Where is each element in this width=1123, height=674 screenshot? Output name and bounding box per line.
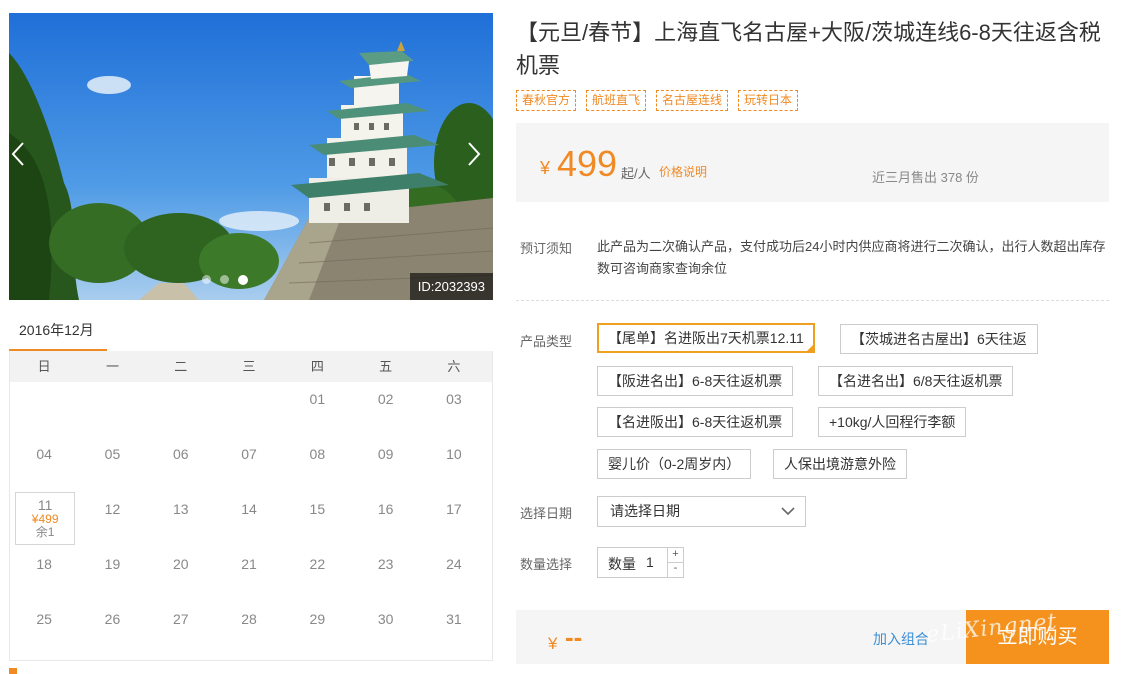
product-type-option[interactable]: 【阪进名出】6-8天往返机票 — [597, 366, 794, 396]
calendar-day: 04 — [36, 446, 52, 462]
booking-notice-text: 此产品为二次确认产品，支付成功后24小时内供应商将进行二次确认，出行人数超出库存… — [597, 239, 1106, 276]
chevron-left-icon — [11, 142, 24, 166]
product-type-option[interactable]: 婴儿价（0-2周岁内） — [597, 449, 752, 479]
calendar-day: 22 — [309, 556, 326, 572]
add-combo-link[interactable]: 加入组合 — [873, 629, 929, 649]
calendar-body: 日 一 二 三 四 五 六 01 02 03 04 05 06 07 08 09 10 11 ¥499… — [9, 351, 493, 661]
quantity-increment-button[interactable]: + — [667, 548, 683, 563]
weekday-label: 二 — [174, 359, 188, 374]
calendar-day: 09 — [377, 446, 394, 462]
date-select-label: 选择日期 — [520, 506, 573, 521]
gallery-next-button[interactable] — [467, 141, 491, 171]
calendar-day: 05 — [104, 446, 121, 462]
calendar-day: 17 — [446, 501, 462, 517]
calendar-day: 27 — [172, 611, 189, 627]
product-type-option-selected[interactable]: 【尾单】名进阪出7天机票12.11 — [597, 323, 815, 353]
price-currency: ¥ — [540, 158, 551, 178]
calendar-day: 23 — [377, 556, 394, 572]
calendar-day-number: 11 — [37, 497, 53, 513]
calendar-day: 25 — [36, 611, 52, 627]
castle-photo — [9, 13, 493, 300]
calendar-day: 31 — [446, 611, 462, 627]
gallery-dot[interactable] — [202, 275, 211, 284]
calendar-day: 08 — [309, 446, 326, 462]
weekday-label: 六 — [447, 359, 461, 374]
chevron-down-icon — [781, 507, 795, 516]
product-type-option[interactable]: 【名进名出】6/8天往返机票 — [818, 366, 1014, 396]
quantity-input[interactable]: 1 — [646, 554, 654, 570]
calendar-day: 02 — [377, 391, 394, 407]
calendar-empty-cell — [215, 382, 283, 437]
partial-mark — [9, 668, 17, 674]
product-gallery: ID:2032393 — [9, 13, 493, 300]
calendar-day-remaining: 余1 — [35, 525, 55, 539]
calendar-day: 13 — [172, 501, 189, 517]
booking-notice-label: 预订须知 — [520, 241, 573, 256]
product-tag: 玩转日本 — [738, 90, 799, 111]
bottom-partial-marks — [9, 668, 17, 674]
total-price: -- — [565, 622, 583, 652]
gallery-dot-active[interactable] — [238, 274, 248, 285]
quantity-decrement-button[interactable]: - — [667, 562, 683, 577]
calendar-day: 28 — [241, 611, 257, 627]
weekday-label: 五 — [379, 359, 393, 374]
quantity-stepper: 数量 1 + - — [597, 547, 684, 578]
price-explain-link[interactable]: 价格说明 — [659, 163, 707, 180]
chevron-right-icon — [468, 142, 481, 166]
gallery-dots — [202, 274, 248, 285]
product-type-option[interactable]: 【名进阪出】6-8天往返机票 — [597, 407, 794, 437]
total-currency: ¥ — [548, 634, 558, 653]
calendar-day: 06 — [172, 446, 189, 462]
price-calendar: 2016年12月 日 一 二 三 四 五 六 01 02 03 04 05 06 07 08 0… — [9, 313, 493, 661]
calendar-day: 15 — [309, 501, 326, 517]
weekday-label: 四 — [310, 359, 324, 374]
calendar-day: 14 — [241, 501, 257, 517]
calendar-day: 26 — [104, 611, 121, 627]
product-type-option[interactable]: 【茨城进名古屋出】6天往返 — [840, 324, 1038, 354]
product-tag: 名古屋连线 — [656, 90, 729, 111]
gallery-prev-button[interactable] — [11, 141, 35, 171]
calendar-day: 18 — [36, 556, 52, 572]
price-amount: 499 — [557, 143, 618, 184]
product-title: 【元旦/春节】上海直飞名古屋+大阪/茨城连线6-8天往返含税机票 — [516, 20, 1101, 78]
calendar-day: 24 — [446, 556, 462, 572]
calendar-day: 12 — [104, 501, 121, 517]
weekday-label: 三 — [242, 359, 256, 374]
calendar-day: 21 — [241, 556, 257, 572]
calendar-day: 01 — [309, 391, 326, 407]
calendar-month-tab[interactable]: 2016年12月 — [9, 313, 107, 352]
weekday-label: 日 — [37, 359, 51, 374]
section-divider — [516, 300, 1109, 301]
weekday-label: 一 — [105, 359, 119, 374]
calendar-day: 16 — [377, 501, 394, 517]
price-unit: 起/人 — [621, 166, 651, 181]
date-select-dropdown[interactable]: 请选择日期 — [597, 496, 806, 527]
product-tag: 春秋官方 — [516, 90, 577, 111]
calendar-day-available[interactable]: 11 ¥499 余1 — [15, 492, 76, 545]
quantity-label: 数量选择 — [520, 557, 573, 572]
calendar-empty-cell — [147, 382, 215, 437]
calendar-day: 10 — [446, 446, 462, 462]
calendar-empty-cell — [10, 382, 78, 437]
product-type-option[interactable]: 人保出境游意外险 — [773, 449, 907, 479]
product-tags: 春秋官方 航班直飞 名古屋连线 玩转日本 — [516, 90, 799, 111]
quantity-inner-label: 数量 — [608, 556, 636, 572]
product-type-option[interactable]: +10kg/人回程行李额 — [818, 407, 967, 437]
calendar-day: 07 — [241, 446, 257, 462]
calendar-day: 19 — [104, 556, 121, 572]
price-box: ¥ 499 起/人 价格说明 近三月售出 378 份 — [516, 123, 1109, 202]
product-tag: 航班直飞 — [586, 90, 647, 111]
calendar-grid: 01 02 03 04 05 06 07 08 09 10 11 ¥499 余1 12 13 14 15 16 17… — [10, 382, 492, 657]
product-id-badge: ID:2032393 — [409, 273, 493, 300]
date-select-value: 请选择日期 — [610, 503, 680, 519]
gallery-dot[interactable] — [220, 275, 229, 284]
calendar-weekday-header: 日 一 二 三 四 五 六 — [10, 351, 492, 382]
calendar-empty-cell — [78, 382, 146, 437]
calendar-day: 20 — [172, 556, 189, 572]
calendar-day: 29 — [309, 611, 326, 627]
calendar-day: 30 — [377, 611, 394, 627]
product-type-label: 产品类型 — [520, 334, 573, 349]
sold-count: 近三月售出 378 份 — [872, 170, 979, 185]
calendar-day: 03 — [446, 391, 462, 407]
